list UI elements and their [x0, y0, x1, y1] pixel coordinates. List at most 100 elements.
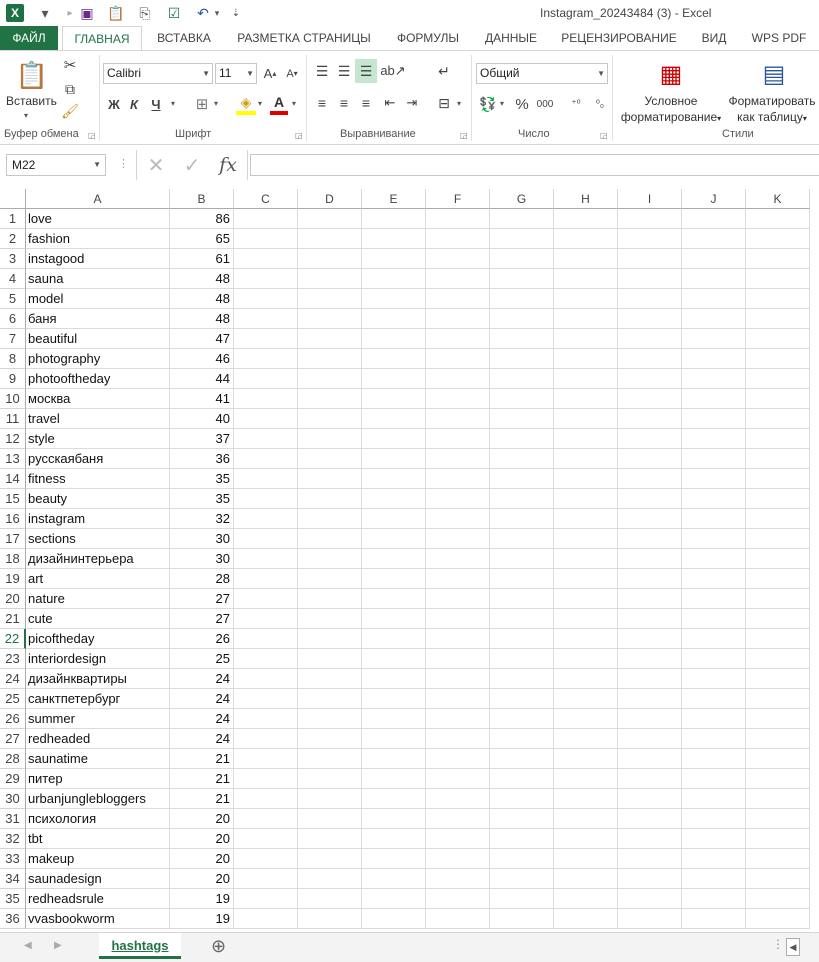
cell-j[interactable] [682, 469, 746, 489]
currency-dropdown-icon[interactable]: ▾ [500, 99, 504, 108]
cancel-icon[interactable]: ✕ [144, 154, 168, 177]
cell-k[interactable] [746, 869, 810, 889]
cell-d[interactable] [298, 669, 362, 689]
cell-c[interactable] [234, 329, 298, 349]
tab-review[interactable]: РЕЦЕНЗИРОВАНИЕ [556, 26, 682, 50]
sheet-tab-hashtags[interactable]: hashtags [99, 933, 181, 959]
cell-g[interactable] [490, 609, 554, 629]
row-header[interactable]: 14 [0, 469, 26, 489]
cell-b[interactable]: 24 [170, 709, 234, 729]
row-header[interactable]: 8 [0, 349, 26, 369]
cell-h[interactable] [554, 529, 618, 549]
cell-i[interactable] [618, 769, 682, 789]
cell-c[interactable] [234, 849, 298, 869]
row-header[interactable]: 34 [0, 869, 26, 889]
underline-button[interactable]: Ч [148, 93, 164, 115]
merge-center-icon[interactable]: ⊟ [434, 93, 454, 113]
cell-h[interactable] [554, 629, 618, 649]
cell-h[interactable] [554, 429, 618, 449]
cell-b[interactable]: 48 [170, 269, 234, 289]
cell-b[interactable]: 24 [170, 689, 234, 709]
cell-i[interactable] [618, 389, 682, 409]
cell-g[interactable] [490, 489, 554, 509]
cell-a[interactable]: москва [26, 389, 170, 409]
font-launcher-icon[interactable]: ◲ [295, 131, 303, 140]
cell-j[interactable] [682, 569, 746, 589]
cell-h[interactable] [554, 829, 618, 849]
cell-c[interactable] [234, 369, 298, 389]
cell-a[interactable]: instagram [26, 509, 170, 529]
cell-k[interactable] [746, 829, 810, 849]
cell-d[interactable] [298, 889, 362, 909]
cell-a[interactable]: fitness [26, 469, 170, 489]
cell-b[interactable]: 41 [170, 389, 234, 409]
cell-a[interactable]: redheaded [26, 729, 170, 749]
cell-f[interactable] [426, 569, 490, 589]
cell-j[interactable] [682, 529, 746, 549]
cell-k[interactable] [746, 449, 810, 469]
cell-k[interactable] [746, 389, 810, 409]
cell-f[interactable] [426, 229, 490, 249]
cell-e[interactable] [362, 309, 426, 329]
cell-i[interactable] [618, 349, 682, 369]
row-header[interactable]: 10 [0, 389, 26, 409]
cell-f[interactable] [426, 689, 490, 709]
cell-b[interactable]: 21 [170, 749, 234, 769]
row-header[interactable]: 29 [0, 769, 26, 789]
cell-j[interactable] [682, 249, 746, 269]
cell-e[interactable] [362, 349, 426, 369]
cell-g[interactable] [490, 569, 554, 589]
cell-g[interactable] [490, 549, 554, 569]
cell-f[interactable] [426, 589, 490, 609]
cell-b[interactable]: 21 [170, 789, 234, 809]
cell-b[interactable]: 35 [170, 489, 234, 509]
paste-button[interactable]: Вставить [6, 94, 57, 108]
cell-h[interactable] [554, 609, 618, 629]
cell-g[interactable] [490, 409, 554, 429]
row-header[interactable]: 31 [0, 809, 26, 829]
cell-e[interactable] [362, 729, 426, 749]
cell-j[interactable] [682, 509, 746, 529]
cell-k[interactable] [746, 769, 810, 789]
cell-i[interactable] [618, 829, 682, 849]
cell-k[interactable] [746, 269, 810, 289]
cell-a[interactable]: fashion [26, 229, 170, 249]
align-left-icon[interactable]: ≡ [312, 93, 332, 113]
cell-b[interactable]: 19 [170, 909, 234, 929]
cell-g[interactable] [490, 769, 554, 789]
cell-e[interactable] [362, 769, 426, 789]
cell-b[interactable]: 65 [170, 229, 234, 249]
increase-decimal-icon[interactable]: ⁺⁰ [566, 93, 586, 115]
cell-i[interactable] [618, 309, 682, 329]
column-header-g[interactable]: G [490, 189, 554, 209]
cell-e[interactable] [362, 489, 426, 509]
alignment-launcher-icon[interactable]: ◲ [460, 131, 468, 140]
cell-c[interactable] [234, 309, 298, 329]
cell-c[interactable] [234, 249, 298, 269]
cell-a[interactable]: saunadesign [26, 869, 170, 889]
cell-g[interactable] [490, 809, 554, 829]
cell-h[interactable] [554, 789, 618, 809]
number-format-select[interactable]: Общий ▼ [476, 63, 608, 84]
increase-font-icon[interactable]: A ▴ [262, 63, 278, 84]
cell-c[interactable] [234, 809, 298, 829]
cell-a[interactable]: love [26, 209, 170, 229]
cell-b[interactable]: 37 [170, 429, 234, 449]
cut-icon[interactable]: ✂ [60, 55, 80, 75]
tab-file[interactable]: ФАЙЛ [0, 26, 58, 50]
cell-k[interactable] [746, 629, 810, 649]
cell-j[interactable] [682, 289, 746, 309]
cell-f[interactable] [426, 709, 490, 729]
cell-j[interactable] [682, 629, 746, 649]
cell-a[interactable]: баня [26, 309, 170, 329]
insert-function-icon[interactable]: fx [214, 153, 242, 177]
percent-button[interactable]: % [514, 93, 530, 115]
select-all-corner[interactable] [0, 189, 26, 209]
cell-i[interactable] [618, 609, 682, 629]
cell-i[interactable] [618, 909, 682, 929]
cell-h[interactable] [554, 689, 618, 709]
cell-f[interactable] [426, 629, 490, 649]
cell-k[interactable] [746, 209, 810, 229]
cell-k[interactable] [746, 469, 810, 489]
clipboard-icon[interactable]: 📋 [107, 4, 125, 22]
